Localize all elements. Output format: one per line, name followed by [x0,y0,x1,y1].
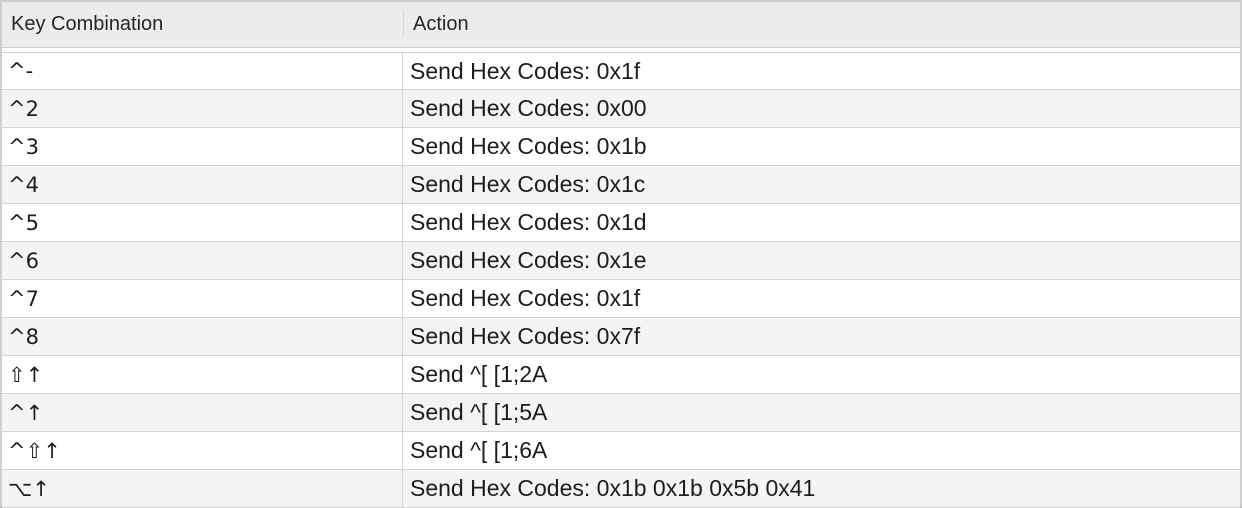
table-row[interactable]: ^3 Send Hex Codes: 0x1b [2,128,1240,166]
table-row[interactable]: ^6 Send Hex Codes: 0x1e [2,242,1240,280]
action-cell: Send Hex Codes: 0x1f [410,57,641,84]
table-header: Key Combination Action [2,2,1240,48]
key-combination-cell: ^7 [2,280,403,317]
action-cell: Send Hex Codes: 0x1c [410,171,646,197]
table-row[interactable]: ⌥↑ Send Hex Codes: 0x1b 0x1b 0x5b 0x41 [2,470,1240,508]
table-row[interactable]: ^2 Send Hex Codes: 0x00 [2,90,1240,128]
key-combination-cell: ^- [2,53,403,89]
key-combination-cell: ⇧↑ [2,356,403,393]
key-combination-cell: ^↑ [2,394,403,431]
key-combination-cell: ^8 [2,318,403,355]
table-row[interactable]: ⇧↑ Send ^[ [1;2A [2,356,1240,394]
key-combination-cell: ^⇧↑ [2,432,403,469]
action-cell: Send Hex Codes: 0x1f [410,285,641,311]
action-cell: Send Hex Codes: 0x1d [410,209,647,235]
column-header-action[interactable]: Action [404,2,1240,47]
action-cell: Send Hex Codes: 0x00 [410,95,647,121]
action-cell: Send ^[ [1;5A [410,399,548,425]
key-combination-cell: ⌥↑ [2,470,403,507]
key-combination-cell: ^3 [2,128,403,165]
key-bindings-table: Key Combination Action ^- Send Hex Codes… [0,0,1242,508]
action-cell: Send ^[ [1;6A [410,437,548,463]
key-combination-cell: ^2 [2,90,403,127]
table-row[interactable]: ^4 Send Hex Codes: 0x1c [2,166,1240,204]
table-row[interactable]: ^- Send Hex Codes: 0x1f [2,52,1240,90]
key-combination-cell: ^5 [2,204,403,241]
table-row[interactable]: ^8 Send Hex Codes: 0x7f [2,318,1240,356]
table-row[interactable]: ^↑ Send ^[ [1;5A [2,394,1240,432]
key-combination-cell: ^6 [2,242,403,279]
action-cell: Send Hex Codes: 0x7f [410,323,641,349]
table-row[interactable]: ^5 Send Hex Codes: 0x1d [2,204,1240,242]
table-row[interactable]: ^⇧↑ Send ^[ [1;6A [2,432,1240,470]
table-body: ^- Send Hex Codes: 0x1f ^2 Send Hex Code… [2,52,1240,508]
action-cell: Send Hex Codes: 0x1e [410,247,647,273]
action-cell: Send Hex Codes: 0x1b 0x1b 0x5b 0x41 [410,475,816,501]
action-cell: Send Hex Codes: 0x1b [410,133,647,159]
key-combination-cell: ^4 [2,166,403,203]
column-header-key-combination[interactable]: Key Combination [2,2,403,47]
action-cell: Send ^[ [1;2A [410,361,548,387]
table-row[interactable]: ^7 Send Hex Codes: 0x1f [2,280,1240,318]
